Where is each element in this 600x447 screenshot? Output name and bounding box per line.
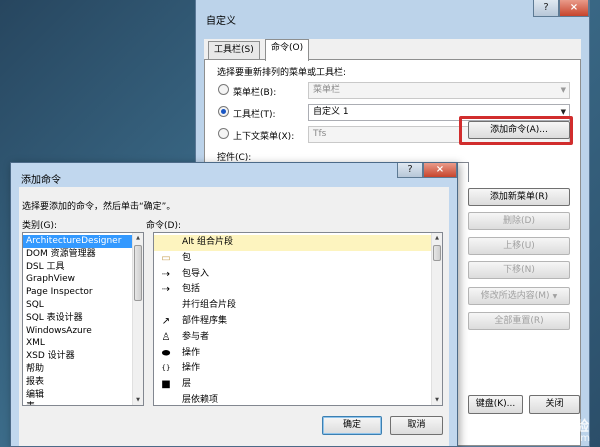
customize-dialog-title: 自定义	[206, 16, 236, 27]
categories-list[interactable]: ArchitectureDesigner DOM 资源管理器 DSL 工具 Graph…	[22, 232, 144, 406]
command-item[interactable]: ⇢ 包导入	[154, 267, 431, 283]
category-item[interactable]: SQL 表设计器	[23, 312, 132, 325]
watermark: Bai度经验 jingyan.baidu.com	[497, 419, 590, 445]
category-item[interactable]: XML	[23, 337, 132, 350]
command-label: 层依赖项	[182, 394, 219, 405]
category-item[interactable]: DOM 资源管理器	[23, 248, 132, 261]
watermark-url: jingyan.baidu.com	[497, 433, 590, 444]
command-item[interactable]: ↗ 部件程序集	[154, 314, 431, 330]
menubar-radio[interactable]	[218, 84, 229, 95]
scroll-thumb[interactable]	[433, 245, 441, 261]
context-menu-radio[interactable]	[218, 128, 229, 139]
command-item[interactable]: Alt 组合片段	[154, 235, 431, 251]
category-item[interactable]: GraphView	[23, 273, 132, 286]
category-item[interactable]: WindowsAzure	[23, 325, 132, 338]
oval-icon: ⬬	[161, 347, 171, 359]
command-item[interactable]: ♙ 参与者	[154, 330, 431, 346]
chevron-down-icon: ▼	[560, 130, 566, 138]
watermark-brand: Bai度经验	[517, 419, 590, 435]
scroll-up-icon[interactable]: ▲	[432, 233, 442, 243]
close-button[interactable]: ×	[423, 163, 457, 178]
command-item[interactable]: ⇢ 包括	[154, 282, 431, 298]
command-label: 部件程序集	[182, 315, 228, 326]
toolbar-combo[interactable]: 自定义 1 ▼	[308, 104, 570, 121]
add-command-dialog-title: 添加命令	[21, 175, 61, 186]
context-menu-combo[interactable]: Tfs ▼	[308, 126, 570, 143]
command-item[interactable]: ■ 层	[154, 377, 431, 393]
scroll-down-icon[interactable]: ▼	[133, 395, 143, 405]
scroll-thumb[interactable]	[134, 245, 142, 301]
category-item[interactable]: ArchitectureDesigner	[23, 235, 132, 248]
category-item[interactable]: 编辑	[23, 389, 132, 402]
command-item[interactable]: {} 操作	[154, 361, 431, 377]
add-command-dialog: 添加命令 ? × 选择要添加的命令，然后单击“确定”。 类别(G): 命令(D)…	[10, 162, 458, 447]
commands-list[interactable]: Alt 组合片段 ▭ 包 ⇢ 包导入 ⇢ 包括 并行组合片段 ↗ 部件程序集 ♙ 参与者 ⬬ 操作{} 操作…	[153, 232, 443, 406]
folder-icon: ▭	[161, 252, 171, 264]
command-label: 层	[182, 379, 192, 390]
context-menu-radio-label: 上下文菜单(X):	[233, 132, 295, 142]
tab-commands[interactable]: 命令(O)	[265, 39, 310, 61]
cancel-button[interactable]: 取消	[390, 416, 443, 435]
categories-scrollbar[interactable]: ▲ ▼	[132, 233, 143, 405]
chevron-down-icon: ▼	[560, 86, 566, 94]
dashed-arrow-icon: ⇢	[161, 284, 171, 296]
category-item[interactable]: DSL 工具	[23, 261, 132, 274]
category-item[interactable]: SQL	[23, 299, 132, 312]
add-command-dialog-body: 选择要添加的命令，然后单击“确定”。 类别(G): 命令(D): Archite…	[19, 187, 449, 446]
category-item[interactable]: XSD 设计器	[23, 350, 132, 363]
scroll-up-icon[interactable]: ▲	[133, 233, 143, 243]
command-item[interactable]: 并行组合片段	[154, 298, 431, 314]
tab-toolbars[interactable]: 工具栏(S)	[208, 41, 260, 60]
person-icon: ♙	[161, 331, 171, 343]
command-label: Alt 组合片段	[182, 237, 234, 247]
categories-label: 类别(G):	[22, 221, 58, 231]
braces-icon: {}	[161, 364, 171, 373]
command-label: 包	[182, 252, 192, 263]
command-item[interactable]: ▭ 包	[154, 251, 431, 267]
category-item[interactable]: 表	[23, 401, 132, 405]
close-button[interactable]: ×	[559, 0, 589, 17]
toolbar-radio-label: 工具栏(T):	[233, 110, 276, 120]
menubar-radio-label: 菜单栏(B):	[233, 88, 277, 98]
command-label: 并行组合片段	[182, 300, 237, 311]
help-button[interactable]: ?	[397, 163, 423, 178]
command-label: 操作	[182, 347, 201, 358]
toolbar-radio[interactable]	[218, 106, 229, 117]
command-item[interactable]: 层依赖项	[154, 393, 431, 405]
chevron-down-icon: ▼	[560, 108, 566, 116]
arrow-icon: ↗	[161, 315, 171, 327]
dashed-arrow-icon: ⇢	[161, 268, 171, 280]
command-label: 操作	[182, 363, 201, 374]
scroll-down-icon[interactable]: ▼	[432, 395, 442, 405]
command-label: 包导入	[182, 268, 210, 279]
help-button[interactable]: ?	[533, 0, 559, 17]
commands-scrollbar[interactable]: ▲ ▼	[431, 233, 442, 405]
command-item[interactable]: ⬬ 操作	[154, 346, 431, 362]
instruction-text: 选择要添加的命令，然后单击“确定”。	[22, 202, 176, 212]
category-item[interactable]: 帮助	[23, 363, 132, 376]
ok-button[interactable]: 确定	[322, 416, 382, 435]
commands-label: 命令(D):	[146, 221, 181, 231]
category-item[interactable]: 报表	[23, 376, 132, 389]
command-label: 参与者	[182, 331, 210, 342]
menubar-combo[interactable]: 菜单栏 ▼	[308, 82, 570, 99]
square-icon: ■	[161, 379, 171, 391]
category-item[interactable]: Page Inspector	[23, 286, 132, 299]
command-label: 包括	[182, 284, 201, 295]
rearrange-prompt: 选择要重新排列的菜单或工具栏:	[217, 68, 347, 78]
